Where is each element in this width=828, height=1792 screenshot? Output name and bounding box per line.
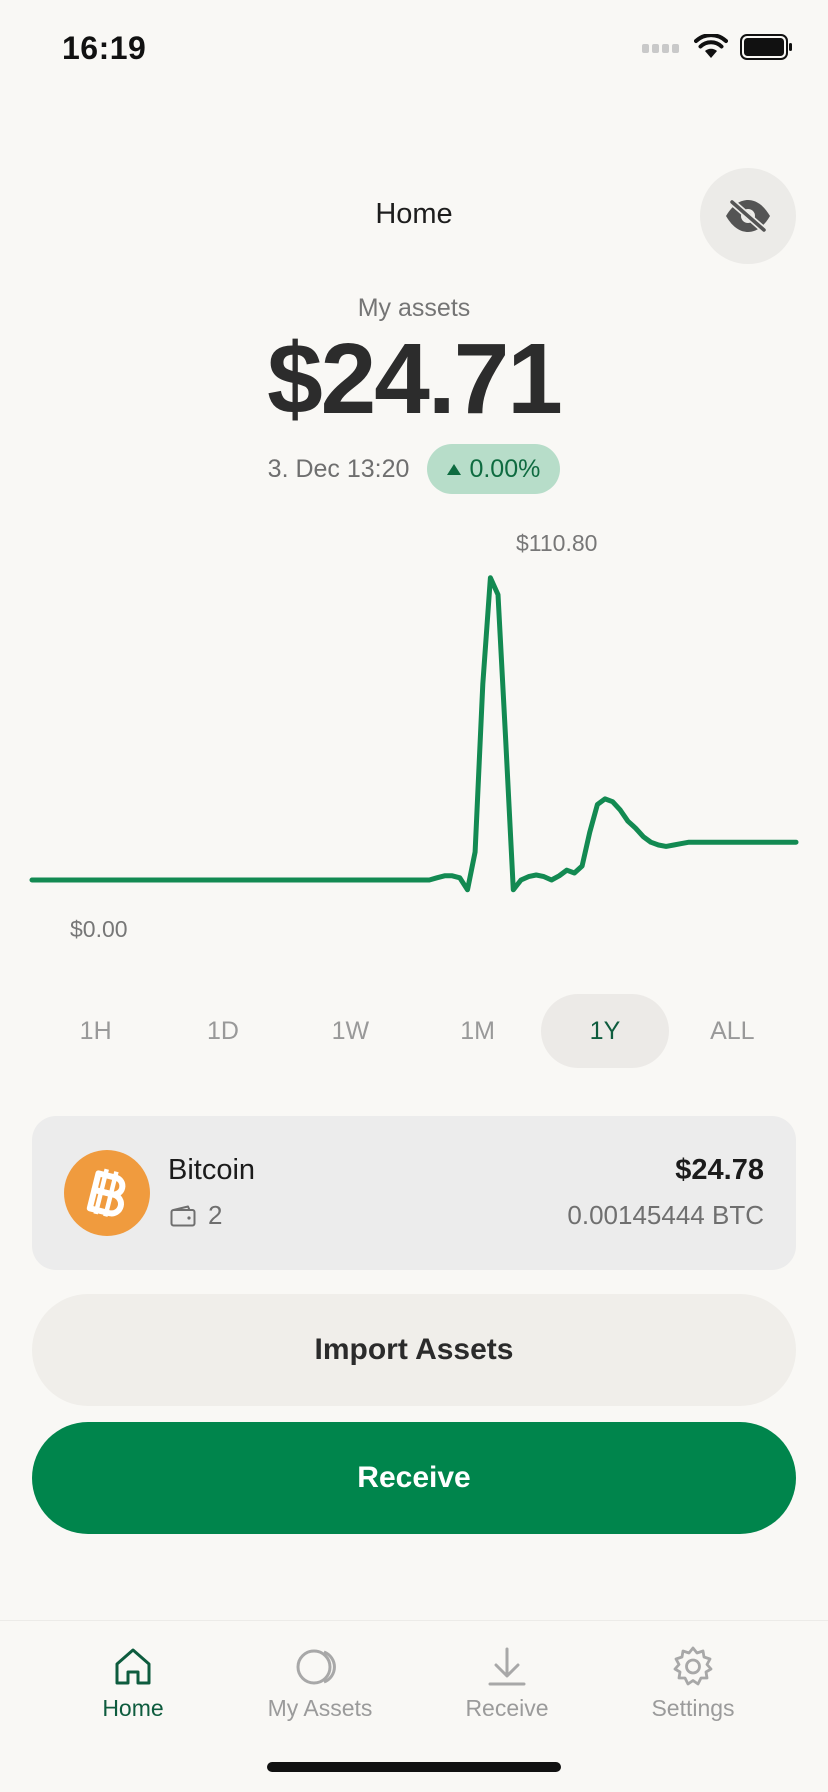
portfolio-chart[interactable]: $110.80 $0.00 [0, 520, 828, 980]
tab-settings[interactable]: Settings [603, 1645, 783, 1722]
status-bar: 16:19 [0, 0, 828, 100]
bitcoin-logo [64, 1150, 150, 1236]
battery-icon [740, 34, 792, 60]
chart-line [29, 575, 799, 893]
change-badge: 0.00% [427, 444, 561, 494]
assets-value: $24.71 [267, 323, 563, 435]
tab-receive[interactable]: Receive [417, 1645, 597, 1722]
header: Home [0, 168, 828, 264]
tab-my-assets[interactable]: My Assets [230, 1645, 410, 1722]
asset-name: Bitcoin [168, 1154, 256, 1186]
home-icon [115, 1648, 151, 1685]
chart-min-label: $0.00 [70, 916, 128, 942]
wallet-count-row: 2 [170, 1200, 222, 1231]
time-range-selector: 1H 1D 1W 1M 1Y ALL [32, 994, 796, 1068]
meta-row: 3. Dec 13:20 0.00% [0, 444, 828, 494]
range-tab-1m[interactable]: 1M [414, 994, 541, 1068]
range-tab-1y[interactable]: 1Y [541, 994, 669, 1068]
tab-receive-label: Receive [465, 1695, 549, 1721]
range-tab-1d[interactable]: 1D [159, 994, 286, 1068]
signal-icon [642, 44, 679, 53]
wifi-icon [694, 34, 728, 58]
range-tab-1h[interactable]: 1H [32, 994, 159, 1068]
tab-settings-label: Settings [651, 1695, 735, 1721]
download-icon [488, 1647, 526, 1686]
timestamp: 3. Dec 13:20 [267, 454, 410, 483]
wallet-icon [170, 1205, 196, 1226]
tab-home-label: Home [102, 1695, 164, 1721]
receive-button[interactable]: Receive [32, 1422, 796, 1534]
asset-crypto-value: 0.00145444 BTC [567, 1200, 764, 1230]
range-tab-all[interactable]: ALL [669, 994, 796, 1068]
eye-slash-icon [726, 198, 770, 234]
home-indicator [267, 1762, 561, 1772]
gear-icon [673, 1646, 713, 1686]
hide-balance-button[interactable] [700, 168, 796, 264]
tab-my-assets-label: My Assets [267, 1695, 373, 1721]
import-assets-button[interactable]: Import Assets [32, 1294, 796, 1406]
status-time: 16:19 [62, 30, 147, 66]
chart-max-label: $110.80 [516, 530, 597, 556]
asset-fiat-value: $24.78 [675, 1154, 764, 1186]
status-icons [642, 34, 794, 60]
bitcoin-icon [86, 1168, 126, 1217]
tab-home[interactable]: Home [43, 1645, 223, 1722]
triangle-up-icon [447, 463, 462, 475]
range-tab-1w[interactable]: 1W [287, 994, 414, 1068]
coins-icon [296, 1649, 336, 1685]
wallet-count: 2 [208, 1200, 223, 1230]
assets-label: My assets [357, 294, 471, 322]
asset-card-bitcoin[interactable]: Bitcoin 2 $24.78 0.00145444 BTC [32, 1116, 796, 1270]
change-value: 0.00% [469, 454, 541, 483]
